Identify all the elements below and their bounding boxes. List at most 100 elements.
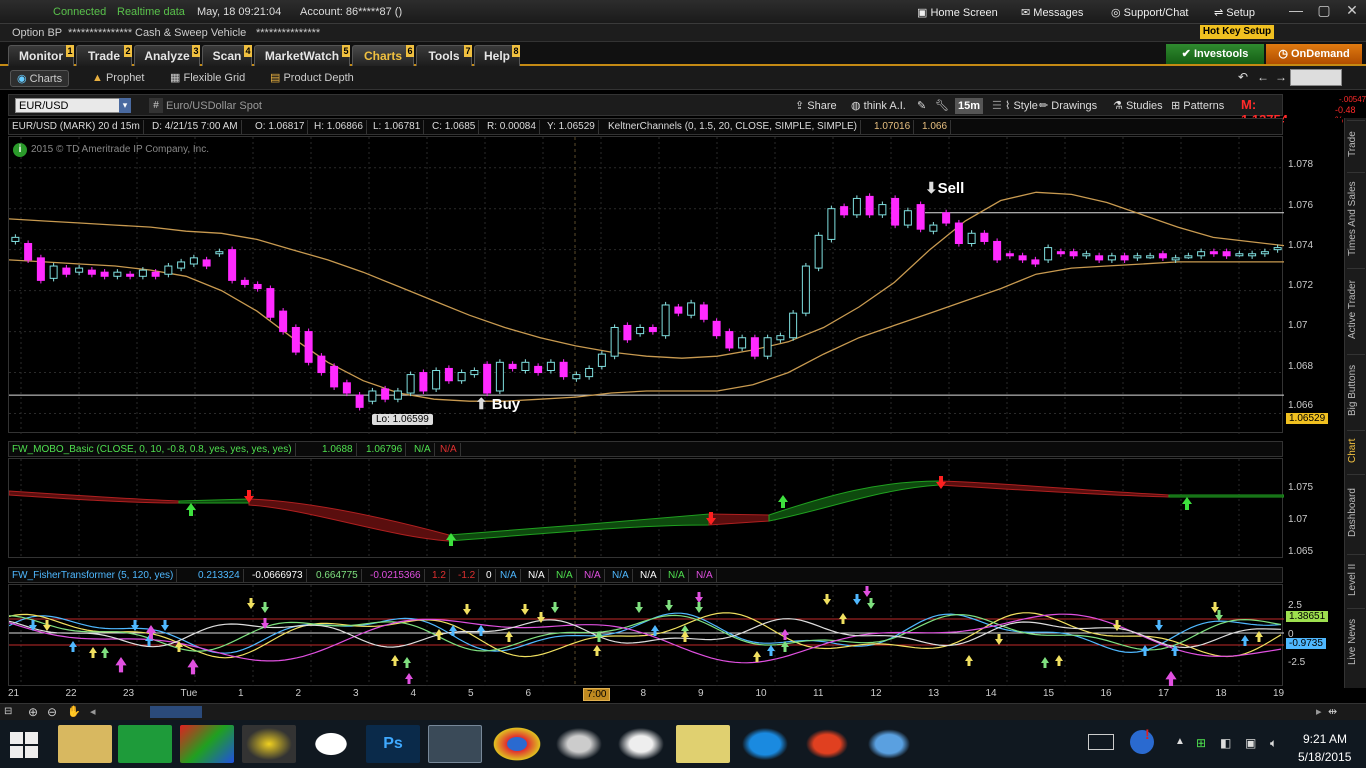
chrome-icon[interactable]	[490, 725, 544, 763]
ondemand-button[interactable]: ◷ OnDemand	[1266, 44, 1362, 64]
info-icon[interactable]: i	[13, 143, 27, 157]
expand-icon[interactable]: ⇹	[1328, 705, 1337, 718]
hand-icon[interactable]: ✋	[67, 705, 81, 718]
candle-body	[240, 279, 249, 285]
windows-start-icon[interactable]	[10, 732, 40, 758]
studies-button[interactable]: ⚗ Studies	[1113, 98, 1163, 114]
app3-icon[interactable]	[800, 725, 854, 763]
subtab-prophet[interactable]: ▲ Prophet	[92, 70, 144, 87]
store-icon[interactable]	[118, 725, 172, 763]
tab-charts[interactable]: Charts 6	[352, 45, 414, 66]
time-tick: 23	[123, 688, 135, 699]
scroll-right-icon[interactable]: ▸	[1316, 705, 1322, 718]
tab-scan[interactable]: Scan 4	[202, 45, 252, 66]
fisher-arrow-down	[43, 620, 51, 631]
side-tab-live-news[interactable]: Live News	[1347, 608, 1365, 674]
subtab-flexible-grid[interactable]: ▦ Flexible Grid	[170, 70, 245, 87]
photoshop-icon[interactable]: Ps	[366, 725, 420, 763]
home-screen-button[interactable]: ▣ Home Screen	[917, 6, 998, 19]
tab-tools[interactable]: Tools 7	[416, 45, 472, 66]
undo-icon[interactable]: ↶	[1238, 70, 1248, 84]
support-chat-button[interactable]: ◎ Support/Chat	[1111, 6, 1189, 19]
candle-body	[483, 363, 492, 394]
candle-body	[993, 240, 1002, 261]
hash-icon[interactable]: #	[149, 98, 163, 113]
time-tick: 19	[1273, 688, 1285, 699]
scroll-left-icon[interactable]: ◂	[90, 705, 96, 718]
setup-button[interactable]: ⇌ Setup	[1214, 6, 1255, 19]
hp-icon[interactable]	[304, 725, 358, 763]
cat-app-icon[interactable]	[614, 725, 668, 763]
candle-body	[891, 197, 900, 226]
forward-icon[interactable]: →	[1275, 70, 1287, 84]
fisher-arrow-down	[863, 586, 871, 597]
side-tab-times-and-sales[interactable]: Times And Sales	[1347, 172, 1365, 264]
symbol-input[interactable]: EUR/USD	[15, 98, 125, 113]
keyboard-icon[interactable]	[1088, 734, 1114, 750]
media-icon[interactable]	[242, 725, 296, 763]
symbol-dropdown-icon[interactable]: ▾	[119, 98, 131, 113]
tab-monitor[interactable]: Monitor 1	[8, 45, 74, 66]
side-tab-active-trader[interactable]: Active Trader	[1347, 268, 1365, 350]
scroll-thumb[interactable]	[150, 706, 202, 718]
tab-help[interactable]: Help 8	[474, 45, 520, 66]
side-tab-trade[interactable]: Trade	[1347, 120, 1365, 168]
tray-icon-3[interactable]: ▣	[1245, 736, 1256, 750]
back-icon[interactable]: ←	[1257, 70, 1269, 84]
app-icon[interactable]	[180, 725, 234, 763]
fisher-arrow-down	[247, 598, 255, 609]
side-tab-level-ii[interactable]: Level II	[1347, 554, 1365, 604]
zoom-in-icon[interactable]: ⊕	[28, 705, 38, 719]
time-tick: 21	[8, 688, 20, 699]
subtab-product-depth[interactable]: ▤ Product Depth	[270, 70, 354, 87]
app4-icon[interactable]	[862, 725, 916, 763]
share-button[interactable]: ⇪ Share	[795, 98, 837, 114]
subtab-charts[interactable]: ◉ Charts	[10, 70, 70, 87]
candle-body	[559, 361, 568, 378]
settings-icon[interactable]: ☰	[992, 98, 1002, 114]
tab-trade[interactable]: Trade 2	[76, 45, 132, 66]
axis-tick: 1.074	[1288, 240, 1314, 251]
mobo-value-2: 1.06796	[363, 443, 407, 457]
messages-button[interactable]: ✉ Messages	[1021, 6, 1083, 19]
axis-tick: 1.078	[1288, 159, 1314, 170]
tab-marketwatch[interactable]: MarketWatch 5	[254, 45, 350, 66]
interval-button[interactable]: 15m	[955, 98, 984, 114]
side-tab-chart[interactable]: Chart	[1347, 430, 1365, 470]
wrench-icon[interactable]: 🔧︎	[935, 98, 949, 114]
skype-icon[interactable]	[738, 725, 792, 763]
candle-body	[1158, 253, 1167, 259]
style-button[interactable]: ⌇ Style	[1005, 98, 1038, 114]
investools-button[interactable]: ✔ Investools	[1166, 44, 1264, 64]
minimize-button[interactable]: —	[1282, 0, 1310, 20]
network-icon[interactable]	[1130, 730, 1154, 754]
chart-scrollbar[interactable]: ⊟ ⊕ ⊖ ✋ ◂ ▸ ⇹	[0, 703, 1366, 720]
candle-body	[980, 232, 989, 242]
tab-analyze[interactable]: Analyze 3	[134, 45, 200, 66]
side-tab-big-buttons[interactable]: Big Buttons	[1347, 354, 1365, 426]
side-tab-dashboard[interactable]: Dashboard	[1347, 474, 1365, 550]
tray-icon-1[interactable]: ⊞	[1196, 736, 1206, 750]
notes-icon[interactable]	[676, 725, 730, 763]
tray-expand-icon[interactable]: ▲	[1175, 736, 1185, 747]
collapse-icon[interactable]: ⊟	[4, 706, 12, 717]
patterns-button[interactable]: ⊞ Patterns	[1171, 98, 1224, 114]
think-ai-button[interactable]: ◍ think A.I.	[851, 98, 906, 114]
maximize-button[interactable]: ▢	[1310, 0, 1338, 20]
thinkorswim-icon[interactable]	[428, 725, 482, 763]
tray-icon-2[interactable]: ◧	[1220, 736, 1231, 750]
app2-icon[interactable]	[552, 725, 606, 763]
tools-icon[interactable]: ✎	[917, 98, 926, 114]
depth-icon: ▤	[270, 72, 281, 84]
close-button[interactable]: ✕	[1338, 0, 1366, 20]
fisher-arrow-down	[635, 602, 643, 613]
drawings-button[interactable]: ✏ Drawings	[1039, 98, 1097, 114]
volume-icon[interactable]: 🔈︎	[1270, 736, 1277, 751]
zoom-out-icon[interactable]: ⊖	[47, 705, 57, 719]
file-explorer-icon[interactable]	[58, 725, 112, 763]
hot-key-setup-button[interactable]: Hot Key Setup	[1200, 25, 1274, 39]
layout-selector[interactable]	[1290, 69, 1342, 86]
candle-body	[725, 331, 734, 349]
candle-body	[342, 382, 351, 394]
fisher-value-5: 1.2	[429, 569, 450, 583]
